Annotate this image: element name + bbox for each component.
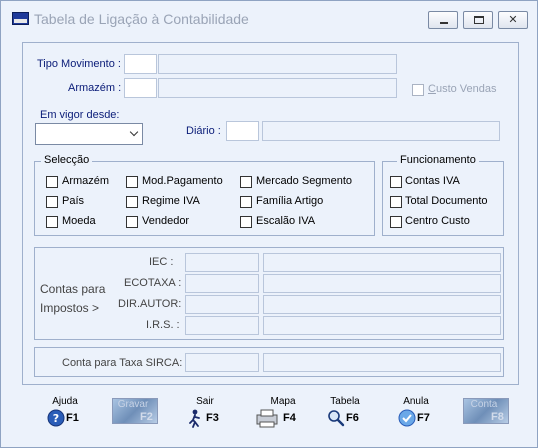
help-icon: ? (47, 409, 65, 427)
armazem-checkbox-label: Armazém (62, 175, 110, 187)
tabela-f6-button[interactable]: Tabela F6 (326, 396, 364, 432)
title-bar: Tabela de Ligação à Contabilidade ✕ (1, 1, 537, 35)
diario-code-field[interactable] (226, 121, 259, 141)
contas-iva-checkbox-label: Contas IVA (405, 175, 460, 187)
tabela-label: Tabela (330, 396, 360, 407)
moeda-checkbox-label: Moeda (62, 215, 96, 227)
pais-checkbox[interactable] (46, 196, 58, 208)
contas-iva-checkbox[interactable] (390, 176, 402, 188)
anula-label: Anula (403, 396, 429, 407)
dir-autor-description-field (263, 295, 501, 314)
mapa-f4-button[interactable]: Mapa F4 (254, 396, 300, 432)
f3-key-label: F3 (206, 412, 219, 424)
iec-description-field (263, 253, 501, 272)
sirca-group: Conta para Taxa SIRCA: (34, 347, 504, 377)
minimize-icon (440, 22, 448, 24)
window-title: Tabela de Ligação à Contabilidade (34, 11, 249, 27)
seleccao-group: Selecção Armazém País Moeda Mod.Pagament… (34, 154, 375, 236)
conta-f8-button[interactable]: Conta F8 (463, 396, 509, 432)
maximize-button[interactable] (463, 11, 493, 29)
armazem-checkbox[interactable] (46, 176, 58, 188)
diario-label: Diário : (186, 125, 221, 137)
escalao-iva-checkbox-label: Escalão IVA (256, 215, 316, 227)
regime-iva-checkbox-label: Regime IVA (142, 195, 200, 207)
armazem-code-field[interactable] (124, 78, 157, 98)
exit-icon (189, 409, 200, 428)
seleccao-legend: Selecção (41, 154, 93, 166)
main-window: Tabela de Ligação à Contabilidade ✕ Tipo… (0, 0, 538, 448)
vendedor-checkbox-label: Vendedor (142, 215, 190, 227)
diario-description-field (262, 121, 500, 141)
em-vigor-dropdown[interactable] (35, 123, 143, 145)
table-search-icon (328, 410, 345, 427)
impostos-title-line2: Impostos > (40, 301, 100, 315)
f4-key-label: F4 (283, 412, 296, 424)
dir-autor-code-field (185, 295, 259, 314)
irs-description-field (263, 316, 501, 335)
close-button[interactable]: ✕ (498, 11, 528, 29)
close-icon: ✕ (508, 13, 518, 26)
gravar-f2-button[interactable]: Gravar F2 (112, 396, 158, 432)
ecotaxa-description-field (263, 274, 501, 293)
armazem-label: Armazém : (68, 82, 122, 94)
ecotaxa-label: ECOTAXA : (124, 277, 182, 289)
centro-custo-checkbox-label: Centro Custo (405, 215, 470, 227)
escalao-iva-checkbox[interactable] (240, 216, 252, 228)
svg-text:?: ? (53, 412, 59, 425)
minimize-button[interactable] (428, 11, 458, 29)
printer-icon (256, 409, 278, 428)
irs-code-field (185, 316, 259, 335)
sair-f3-button[interactable]: Sair F3 (186, 396, 224, 432)
mod-pagamento-checkbox[interactable] (126, 176, 138, 188)
pais-checkbox-label: País (62, 195, 85, 207)
familia-artigo-checkbox-label: Família Artigo (256, 195, 324, 207)
app-logo-icon (12, 12, 29, 25)
anula-f7-button[interactable]: Anula F7 (397, 396, 435, 432)
sirca-label: Conta para Taxa SIRCA: (62, 357, 183, 369)
mod-pagamento-checkbox-label: Mod.Pagamento (142, 175, 223, 187)
impostos-title-line1: Contas para (40, 282, 106, 296)
ajuda-label: Ajuda (52, 396, 78, 407)
tipo-movimento-description-field (158, 54, 397, 74)
iec-label: IEC : (149, 256, 174, 268)
chevron-down-icon (129, 127, 139, 137)
dir-autor-label: DIR.AUTOR: (118, 298, 182, 310)
mercado-segmento-checkbox-label: Mercado Segmento (256, 175, 352, 187)
ecotaxa-code-field (185, 274, 259, 293)
armazem-description-field (158, 78, 397, 98)
mapa-label: Mapa (270, 396, 296, 407)
f7-key-label: F7 (417, 412, 430, 424)
total-documento-checkbox[interactable] (390, 196, 402, 208)
iec-code-field (185, 253, 259, 272)
tipo-movimento-label: Tipo Movimento : (37, 58, 121, 70)
conta-label: Conta (470, 399, 498, 410)
total-documento-checkbox-label: Total Documento (405, 195, 488, 207)
maximize-icon (474, 16, 484, 24)
custo-vendas-checkbox[interactable] (412, 84, 424, 96)
f2-key-label: F2 (140, 411, 153, 423)
main-panel: Tipo Movimento : Armazém : Custo Vendas … (22, 42, 519, 385)
cancel-icon (398, 409, 416, 427)
gravar-label: Gravar (117, 399, 149, 410)
impostos-group: Contas para Impostos > IEC : ECOTAXA : D… (34, 247, 504, 340)
familia-artigo-checkbox[interactable] (240, 196, 252, 208)
moeda-checkbox[interactable] (46, 216, 58, 228)
funcionamento-legend: Funcionamento (397, 154, 479, 166)
f8-key-label: F8 (491, 411, 504, 423)
f6-key-label: F6 (346, 412, 359, 424)
f1-key-label: F1 (66, 412, 79, 424)
sair-label: Sair (196, 396, 214, 407)
sirca-code-field (185, 353, 259, 372)
vendedor-checkbox[interactable] (126, 216, 138, 228)
regime-iva-checkbox[interactable] (126, 196, 138, 208)
em-vigor-label: Em vigor desde: (40, 109, 120, 121)
custo-vendas-label: Custo Vendas (428, 83, 497, 95)
irs-label: I.R.S. : (146, 319, 180, 331)
funcionamento-group: Funcionamento Contas IVA Total Documento… (382, 154, 504, 236)
sirca-description-field (263, 353, 501, 372)
centro-custo-checkbox[interactable] (390, 216, 402, 228)
mercado-segmento-checkbox[interactable] (240, 176, 252, 188)
ajuda-f1-button[interactable]: Ajuda ? F1 (46, 396, 84, 432)
tipo-movimento-code-field[interactable] (124, 54, 157, 74)
